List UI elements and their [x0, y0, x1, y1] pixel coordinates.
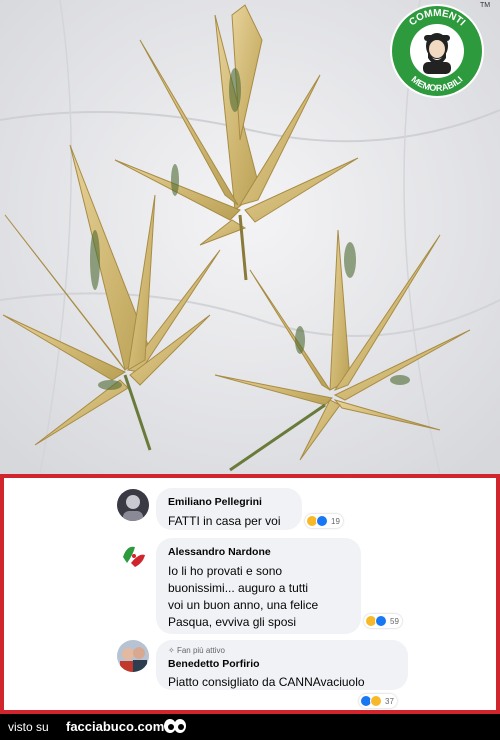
- commenti-memorabili-logo: COMMENTI MEMORABILI: [388, 2, 486, 100]
- comment-text: FATTI in casa per voi: [168, 514, 281, 528]
- eyes-icon: [163, 718, 187, 739]
- like-icon: [375, 615, 387, 627]
- haha-icon: [370, 695, 382, 707]
- avatar[interactable]: [117, 640, 149, 672]
- reactions-summary[interactable]: 37: [359, 694, 397, 708]
- comment-author[interactable]: Benedetto Porfirio: [168, 658, 396, 671]
- top-fan-badge: ✧ Fan più attivo: [168, 646, 396, 656]
- comment-author[interactable]: Emiliano Pellegrini: [168, 496, 290, 509]
- badge-label: Fan più attivo: [176, 646, 225, 655]
- comment-bubble: Emiliano Pellegrini FATTI in casa per vo…: [156, 488, 302, 530]
- comment-bubble: Alessandro Nardone Io li ho provati e so…: [156, 538, 361, 634]
- badge-icon: ✧: [168, 646, 177, 655]
- reactions-summary[interactable]: 19: [305, 514, 343, 528]
- visto-label: visto su: [8, 720, 49, 734]
- like-icon: [316, 515, 328, 527]
- site-link[interactable]: facciabuco.com: [66, 719, 164, 734]
- avatar[interactable]: [117, 539, 149, 571]
- trademark-label: TM: [480, 2, 491, 9]
- comment-text: Piatto consigliato da CANNAvaciuolo: [168, 675, 365, 689]
- watermark-footer: visto su facciabuco.com: [0, 714, 500, 740]
- comments-panel: Emiliano Pellegrini FATTI in casa per vo…: [4, 478, 496, 710]
- comment-bubble: ✧ Fan più attivo Benedetto Porfirio Piat…: [156, 640, 408, 690]
- comments-frame: Emiliano Pellegrini FATTI in casa per vo…: [0, 474, 500, 714]
- reaction-count: 19: [331, 516, 340, 526]
- reaction-count: 37: [385, 696, 394, 706]
- fried-leaves-photo: COMMENTI MEMORABILI TM: [0, 0, 500, 474]
- reaction-count: 59: [390, 616, 399, 626]
- comment-author[interactable]: Alessandro Nardone: [168, 546, 349, 559]
- reactions-summary[interactable]: 59: [364, 614, 402, 628]
- avatar[interactable]: [117, 489, 149, 521]
- comment-text: Io li ho provati e sono buonissimi... au…: [168, 564, 319, 629]
